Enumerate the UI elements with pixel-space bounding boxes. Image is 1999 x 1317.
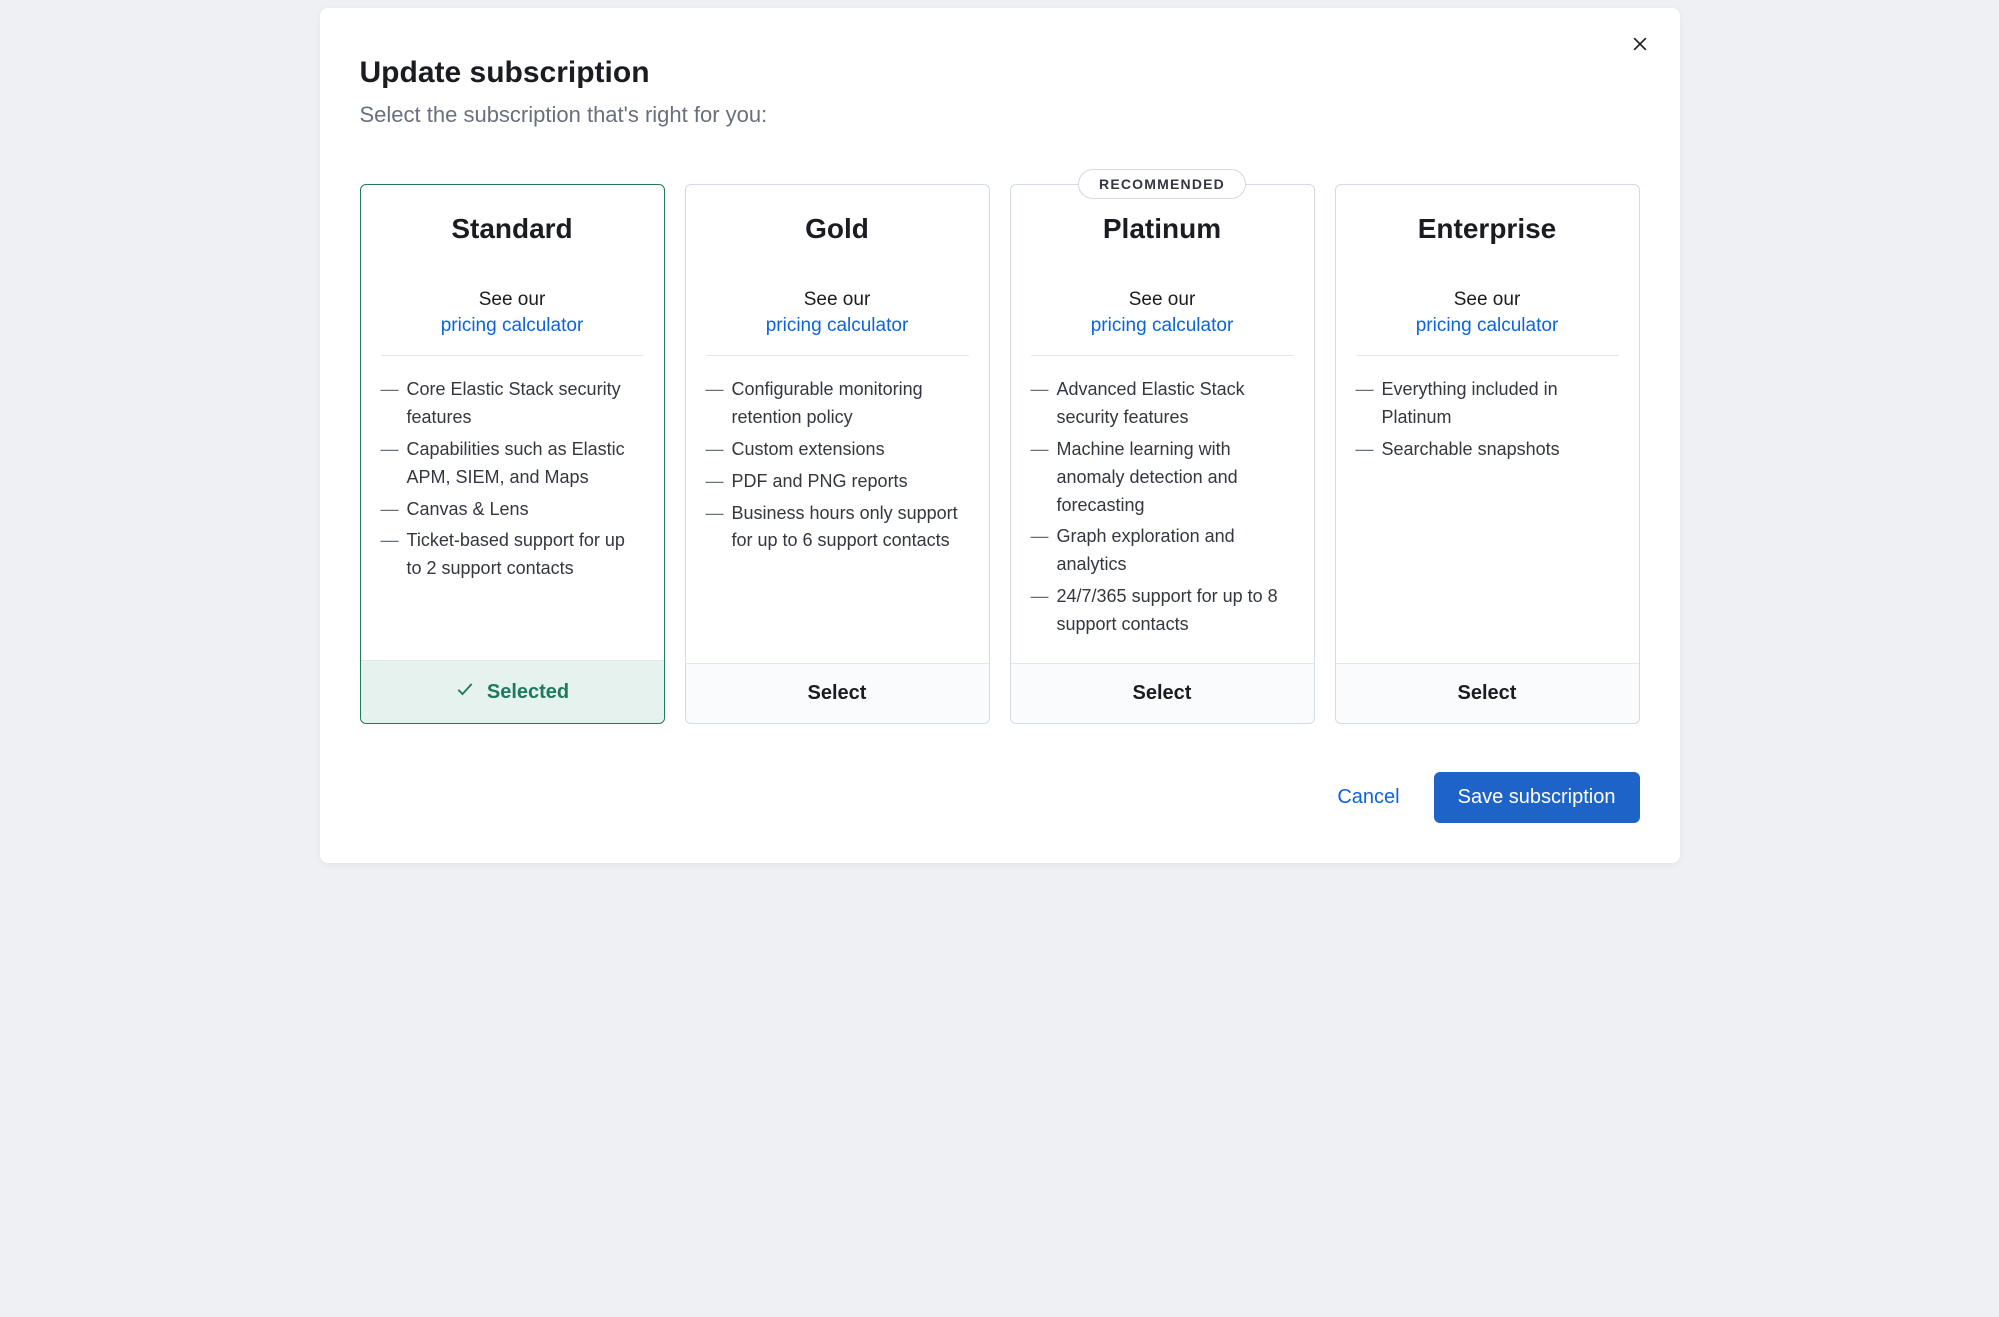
close-icon [1630, 42, 1650, 57]
pricing-calculator-link[interactable]: pricing calculator [1091, 315, 1234, 337]
divider [1031, 355, 1294, 356]
list-item: Searchable snapshots [1356, 436, 1619, 464]
feature-list: Configurable monitoring retention policy… [706, 376, 969, 555]
plan-grid: Standard See our pricing calculator Core… [360, 184, 1640, 724]
plan-card-enterprise[interactable]: Enterprise See our pricing calculator Ev… [1335, 184, 1640, 724]
save-subscription-button[interactable]: Save subscription [1434, 772, 1640, 823]
feature-list: Everything included in Platinum Searchab… [1356, 376, 1619, 464]
list-item: Canvas & Lens [381, 496, 644, 524]
list-item: PDF and PNG reports [706, 468, 969, 496]
pricing-calculator-link[interactable]: pricing calculator [766, 315, 909, 337]
list-item: Configurable monitoring retention policy [706, 376, 969, 432]
divider [381, 355, 644, 356]
cancel-button[interactable]: Cancel [1331, 776, 1405, 819]
list-item: Everything included in Platinum [1356, 376, 1619, 432]
plan-name: Enterprise [1356, 213, 1619, 245]
list-item: Capabilities such as Elastic APM, SIEM, … [381, 436, 644, 492]
plan-name: Standard [381, 213, 644, 245]
check-icon [455, 679, 475, 705]
modal-subtitle: Select the subscription that's right for… [360, 102, 1640, 128]
list-item: Advanced Elastic Stack security features [1031, 376, 1294, 432]
plan-select-button[interactable]: Select [1336, 663, 1639, 723]
list-item: Core Elastic Stack security features [381, 376, 644, 432]
list-item: Custom extensions [706, 436, 969, 464]
close-button[interactable] [1624, 28, 1656, 63]
list-item: 24/7/365 support for up to 8 support con… [1031, 583, 1294, 639]
plan-name: Gold [706, 213, 969, 245]
pricing-block: See our pricing calculator [381, 289, 644, 337]
see-our-text: See our [381, 289, 644, 311]
plan-card-gold[interactable]: Gold See our pricing calculator Configur… [685, 184, 990, 724]
pricing-calculator-link[interactable]: pricing calculator [1416, 315, 1559, 337]
see-our-text: See our [1356, 289, 1619, 311]
pricing-calculator-link[interactable]: pricing calculator [441, 315, 584, 337]
plan-select-button[interactable]: Selected [361, 660, 664, 723]
plan-card-platinum[interactable]: RECOMMENDED Platinum See our pricing cal… [1010, 184, 1315, 724]
modal-title: Update subscription [360, 56, 1640, 90]
select-label: Select [1133, 682, 1192, 705]
pricing-block: See our pricing calculator [1356, 289, 1619, 337]
select-label: Select [1458, 682, 1517, 705]
selected-label: Selected [487, 681, 569, 704]
recommended-badge: RECOMMENDED [1078, 169, 1246, 199]
divider [706, 355, 969, 356]
list-item: Business hours only support for up to 6 … [706, 500, 969, 556]
pricing-block: See our pricing calculator [706, 289, 969, 337]
modal-actions: Cancel Save subscription [360, 772, 1640, 823]
plan-select-button[interactable]: Select [686, 663, 989, 723]
list-item: Graph exploration and analytics [1031, 523, 1294, 579]
pricing-block: See our pricing calculator [1031, 289, 1294, 337]
plan-card-standard[interactable]: Standard See our pricing calculator Core… [360, 184, 665, 724]
update-subscription-modal: Update subscription Select the subscript… [320, 8, 1680, 863]
divider [1356, 355, 1619, 356]
select-label: Select [808, 682, 867, 705]
plan-select-button[interactable]: Select [1011, 663, 1314, 723]
list-item: Ticket-based support for up to 2 support… [381, 527, 644, 583]
see-our-text: See our [1031, 289, 1294, 311]
feature-list: Advanced Elastic Stack security features… [1031, 376, 1294, 639]
feature-list: Core Elastic Stack security features Cap… [381, 376, 644, 583]
list-item: Machine learning with anomaly detection … [1031, 436, 1294, 520]
plan-name: Platinum [1031, 213, 1294, 245]
see-our-text: See our [706, 289, 969, 311]
